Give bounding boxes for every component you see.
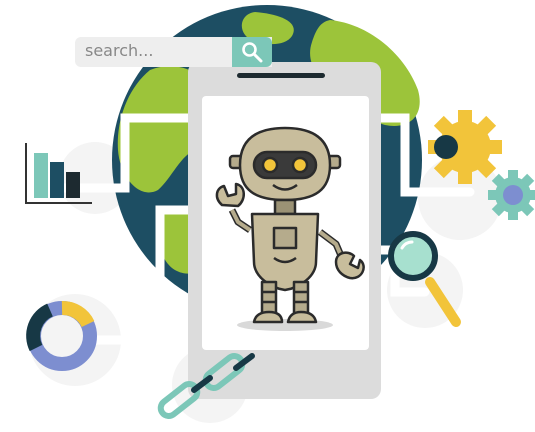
search-input[interactable]: search... bbox=[85, 41, 153, 60]
magnifier-icon bbox=[242, 42, 263, 63]
search-button[interactable] bbox=[232, 37, 272, 67]
gear-icon bbox=[428, 110, 502, 184]
search-bar[interactable]: search... bbox=[75, 37, 272, 67]
